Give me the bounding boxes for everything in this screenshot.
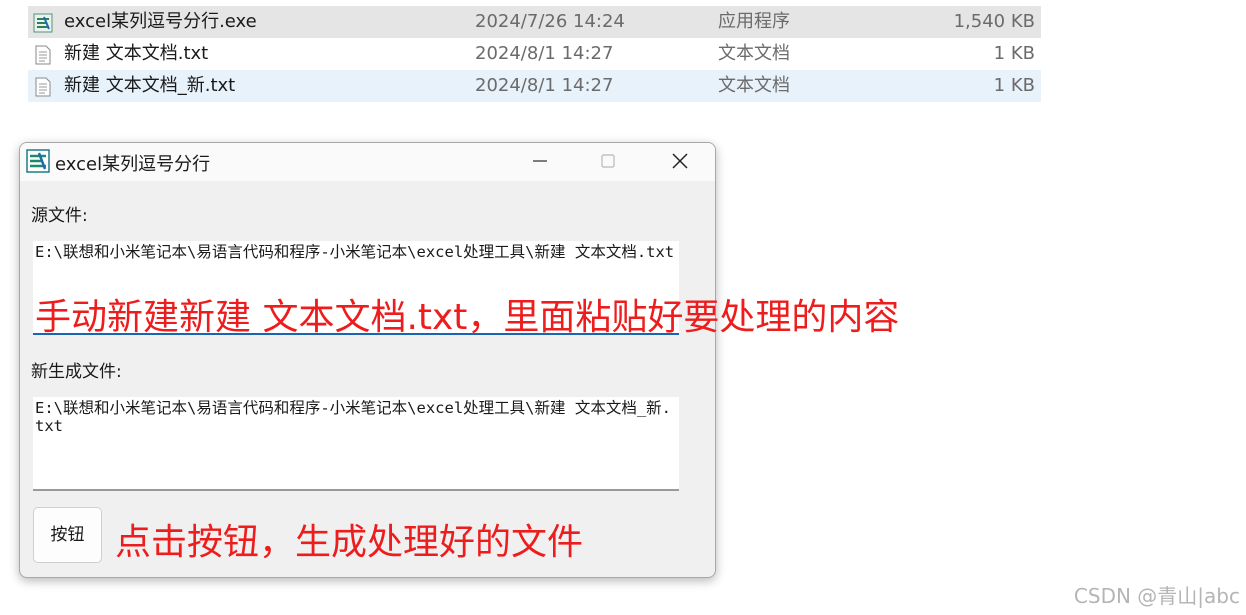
title-bar[interactable]: excel某列逗号分行: [20, 143, 715, 181]
window-title: excel某列逗号分行: [55, 154, 211, 175]
file-size: 1 KB: [993, 75, 1035, 96]
file-date: 2024/7/26 14:24: [475, 11, 625, 32]
csdn-watermark: CSDN @青山|abc: [1073, 584, 1240, 608]
file-name: excel某列逗号分行.exe: [64, 11, 257, 32]
text-file-icon: [33, 44, 53, 65]
minimize-button[interactable]: [517, 143, 563, 179]
file-size: 1 KB: [993, 43, 1035, 64]
maximize-icon: [601, 154, 615, 168]
file-size: 1,540 KB: [953, 11, 1035, 32]
file-date: 2024/8/1 14:27: [475, 43, 614, 64]
file-type: 文本文档: [718, 43, 790, 64]
file-name: 新建 文本文档_新.txt: [64, 75, 236, 96]
output-file-input[interactable]: E:\联想和小米笔记本\易语言代码和程序-小米笔记本\excel处理工具\新建 …: [33, 397, 679, 491]
file-type: 文本文档: [718, 75, 790, 96]
minimize-icon: [533, 160, 547, 162]
output-file-label: 新生成文件:: [31, 362, 122, 382]
close-button[interactable]: [657, 143, 703, 179]
file-name: 新建 文本文档.txt: [64, 43, 209, 64]
file-row-txt[interactable]: 新建 文本文档.txt 2024/8/1 14:27 文本文档 1 KB: [28, 38, 1041, 70]
file-row-txt-new[interactable]: 新建 文本文档_新.txt 2024/8/1 14:27 文本文档 1 KB: [28, 70, 1041, 102]
file-type: 应用程序: [718, 11, 790, 32]
close-icon: [672, 153, 688, 169]
maximize-button[interactable]: [585, 143, 631, 179]
source-annotation: 手动新建新建 文本文档.txt，里面粘贴好要处理的内容: [35, 297, 900, 338]
exe-app-icon: [33, 12, 53, 33]
button-annotation: 点击按钮，生成处理好的文件: [115, 522, 584, 563]
file-list: excel某列逗号分行.exe 2024/7/26 14:24 应用程序 1,5…: [28, 6, 1041, 102]
app-logo-icon: [26, 149, 50, 173]
text-file-icon: [33, 76, 53, 97]
source-file-label: 源文件:: [31, 206, 88, 226]
file-row-exe[interactable]: excel某列逗号分行.exe 2024/7/26 14:24 应用程序 1,5…: [28, 6, 1041, 38]
file-date: 2024/8/1 14:27: [475, 75, 614, 96]
run-button[interactable]: 按钮: [33, 507, 102, 563]
